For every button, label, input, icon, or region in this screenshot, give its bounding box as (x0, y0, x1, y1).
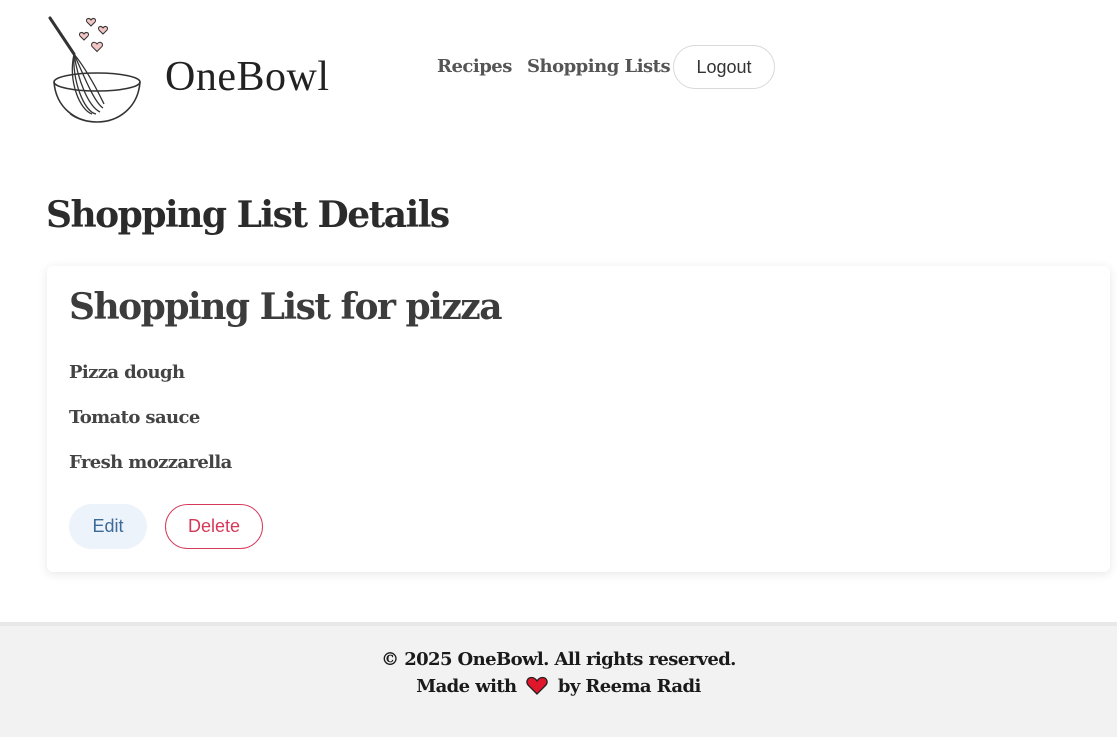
logo-link[interactable] (44, 10, 148, 128)
site-header: OneBowl Recipes Shopping Lists Logout (0, 0, 1117, 140)
edit-button[interactable]: Edit (69, 504, 147, 549)
page: OneBowl Recipes Shopping Lists Logout Sh… (0, 0, 1117, 737)
page-title: Shopping List Details (46, 194, 450, 236)
brand-name: OneBowl (165, 54, 330, 100)
shopping-list-title: Shopping List for pizza (69, 286, 503, 328)
author-text: by Reema Radi (557, 676, 701, 697)
logout-button[interactable]: Logout (673, 45, 775, 89)
site-footer: © 2025 OneBowl. All rights reserved. Mad… (0, 622, 1117, 737)
nav-link-shopping-lists[interactable]: Shopping Lists (527, 56, 671, 77)
nav-link-recipes[interactable]: Recipes (437, 56, 512, 77)
list-item: Tomato sauce (69, 407, 200, 428)
footer-copyright: © 2025 OneBowl. All rights reserved. (381, 649, 736, 670)
heart-icon (526, 676, 548, 695)
list-item: Fresh mozzarella (69, 452, 232, 473)
list-item: Pizza dough (69, 362, 185, 383)
footer-credit: Made with by Reema Radi (0, 673, 1117, 700)
delete-button[interactable]: Delete (165, 504, 263, 549)
made-with-text: Made with (416, 676, 517, 697)
whisk-bowl-hearts-icon (48, 16, 141, 123)
shopping-list-card: Shopping List for pizza Pizza dough Toma… (47, 266, 1110, 572)
